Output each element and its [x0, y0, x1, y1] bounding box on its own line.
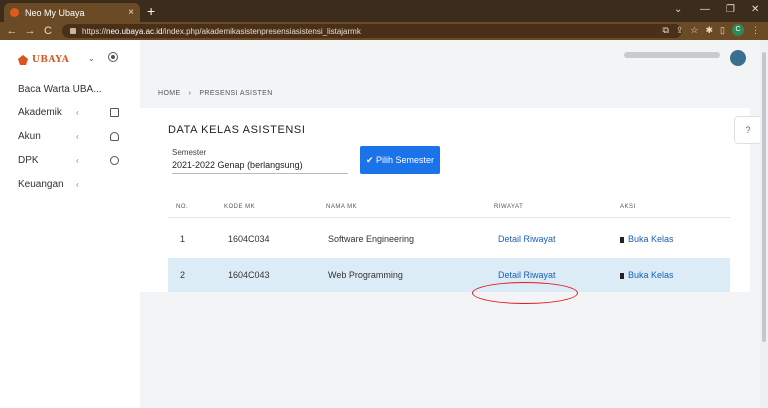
menu-kebab-icon[interactable]: ⋮	[751, 25, 760, 36]
pilih-semester-button[interactable]: ✔ Pilih Semester	[360, 146, 440, 174]
profile-avatar[interactable]: C	[732, 24, 744, 36]
maximize-button[interactable]: ❐	[726, 2, 735, 18]
column-header: KODE MK	[224, 204, 256, 210]
browser-tab[interactable]: Neo My Ubaya ×	[4, 3, 140, 22]
url-text: https://neo.ubaya.ac.id/index.php/akadem…	[82, 26, 361, 36]
cell-no: 1	[180, 234, 186, 244]
app-window: Neo My Ubaya × + ⌄ — ❐ ✕ ← → C https://n…	[0, 0, 768, 408]
browser-titlebar: Neo My Ubaya × + ⌄ — ❐ ✕	[0, 0, 768, 22]
sidebar-item-dpk[interactable]: DPK ‹	[6, 151, 134, 169]
award-icon	[110, 155, 119, 165]
book-icon	[620, 237, 624, 243]
tab-close-icon[interactable]: ×	[128, 7, 134, 18]
address-bar[interactable]: https://neo.ubaya.ac.id/index.php/akadem…	[62, 24, 682, 38]
breadcrumb-home[interactable]: HOME	[158, 90, 181, 97]
sidebar-item-keuangan[interactable]: Keuangan ‹	[6, 175, 134, 193]
help-icon[interactable]: ?	[734, 116, 762, 144]
reload-icon[interactable]: C	[40, 25, 56, 37]
sidebar: UBAYA ⌄ Baca Warta UBA... Akademik ‹ Aku…	[0, 40, 140, 408]
forward-icon[interactable]: →	[22, 25, 38, 37]
new-tab-button[interactable]: +	[147, 3, 155, 19]
chevron-down-icon[interactable]: ⌄	[88, 54, 95, 63]
cell-nama: Web Programming	[328, 270, 403, 280]
detail-riwayat-link[interactable]: Detail Riwayat	[498, 222, 556, 256]
breadcrumb-separator: ›	[188, 90, 192, 97]
avatar[interactable]	[730, 50, 746, 66]
chevron-left-icon: ‹	[76, 107, 79, 117]
semester-select[interactable]: 2021-2022 Genap (berlangsung)	[172, 160, 303, 170]
logo-text: UBAYA	[32, 55, 70, 65]
cell-kode: 1604C034	[228, 234, 270, 244]
page-title: DATA KELAS ASISTENSI	[168, 124, 306, 136]
main-content: HOME › PRESENSI ASISTEN DATA KELAS ASIST…	[140, 40, 760, 408]
lock-icon	[70, 28, 76, 34]
breadcrumb: HOME › PRESENSI ASISTEN	[158, 90, 273, 97]
user-name-blurred	[624, 52, 720, 58]
column-header: NAMA MK	[326, 204, 358, 210]
cell-no: 2	[180, 270, 186, 280]
column-header: AKSI	[620, 204, 636, 210]
book-icon	[620, 273, 624, 279]
data-kelas-card: DATA KELAS ASISTENSI Semester 2021-2022 …	[140, 108, 750, 304]
column-header: RIWAYAT	[494, 204, 524, 210]
bookmark-star-icon[interactable]: ☆	[690, 25, 698, 36]
user-icon	[110, 131, 119, 141]
back-icon[interactable]: ←	[4, 25, 20, 37]
browser-toolbar: ← → C https://neo.ubaya.ac.id/index.php/…	[0, 22, 768, 40]
extensions-icon[interactable]: ✱	[706, 25, 714, 36]
scrollbar[interactable]	[760, 40, 768, 408]
chevron-left-icon: ‹	[76, 131, 79, 141]
favicon-icon	[10, 8, 19, 17]
tab-search-icon[interactable]: ⌄	[674, 2, 682, 18]
semester-label: Semester	[172, 148, 207, 157]
column-header: NO.	[176, 204, 189, 210]
share-icon[interactable]: ⇪	[676, 25, 684, 36]
cell-nama: Software Engineering	[328, 234, 415, 244]
table-row-selected: 2 1604C043 Web Programming Detail Riwaya…	[168, 258, 730, 292]
sidebar-item-warta[interactable]: Baca Warta UBA...	[6, 80, 134, 98]
tab-title: Neo My Ubaya	[25, 7, 85, 18]
semester-underline	[172, 173, 348, 174]
target-icon[interactable]	[108, 52, 118, 62]
buka-kelas-link[interactable]: Buka Kelas	[620, 258, 674, 292]
logo[interactable]: UBAYA ⌄	[18, 52, 133, 68]
translate-icon[interactable]: ⧉	[662, 25, 668, 36]
sidebar-item-akademik[interactable]: Akademik ‹	[6, 103, 134, 121]
ubaya-logo-icon	[18, 55, 28, 65]
red-highlight-ellipse	[472, 282, 578, 304]
cell-kode: 1604C043	[228, 270, 270, 280]
close-window-button[interactable]: ✕	[751, 2, 759, 18]
topbar	[140, 40, 760, 80]
buka-kelas-link[interactable]: Buka Kelas	[620, 222, 674, 256]
breadcrumb-current: PRESENSI ASISTEN	[199, 90, 273, 97]
toolbar-icons: ⧉ ⇪ ☆ ✱ ▯ C ⋮	[662, 24, 760, 36]
chevron-left-icon: ‹	[76, 179, 79, 189]
table-header: NO. KODE MK NAMA MK RIWAYAT AKSI	[168, 200, 730, 218]
scroll-thumb[interactable]	[762, 52, 766, 342]
side-panel-icon[interactable]: ▯	[720, 25, 725, 36]
minimize-button[interactable]: —	[700, 2, 710, 18]
chevron-left-icon: ‹	[76, 155, 79, 165]
table-row: 1 1604C034 Software Engineering Detail R…	[168, 222, 730, 256]
sidebar-item-akun[interactable]: Akun ‹	[6, 127, 134, 145]
book-icon	[110, 107, 119, 117]
